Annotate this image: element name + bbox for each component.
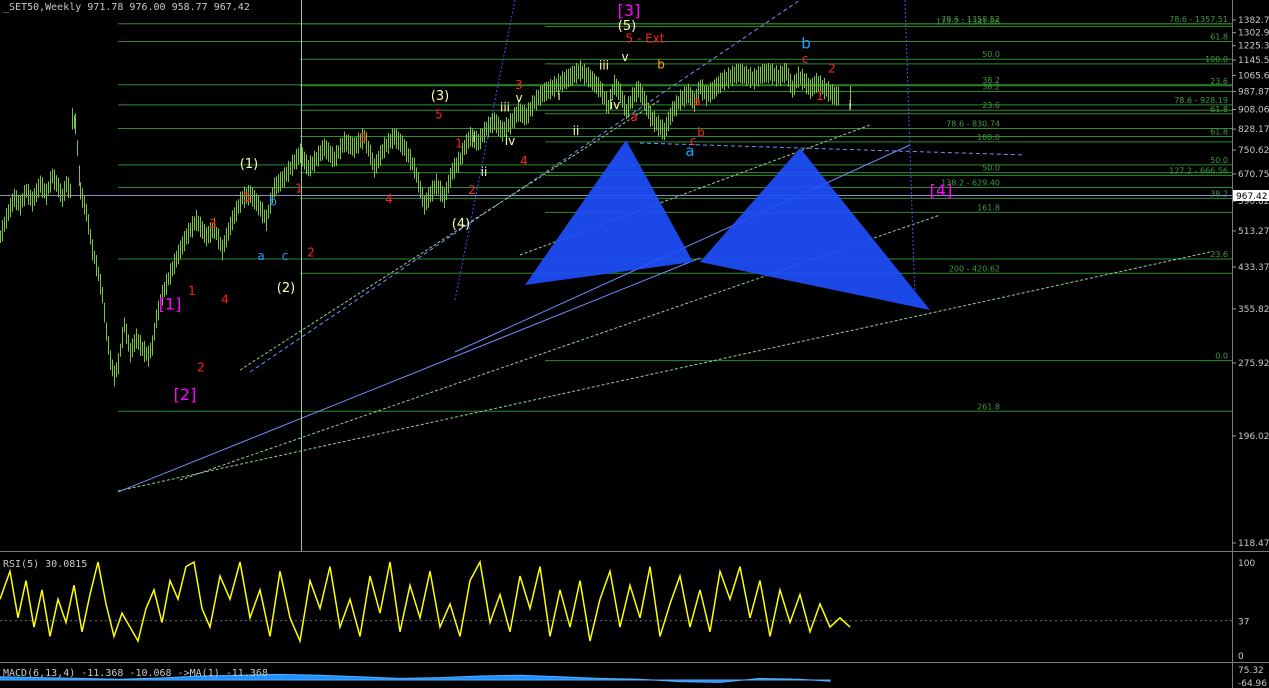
wave-label: [4]: [930, 181, 953, 200]
fib-level-label: 200 - 420.62: [949, 264, 1000, 273]
price-tick-label: 118.47: [1238, 539, 1269, 549]
wave-label: 1: [295, 181, 303, 195]
macd-tick-label: -64.96: [1238, 679, 1267, 688]
wave-label: (2): [277, 281, 295, 296]
fib-level-label: 100.0: [977, 133, 1000, 142]
wave-label: 5 - Ext: [626, 31, 665, 45]
wave-label: a: [630, 110, 637, 124]
fib-level-label: 50.0: [982, 50, 1000, 59]
price-tick-label: 908.06: [1238, 106, 1269, 116]
price-tick-label: 1065.69: [1238, 71, 1269, 81]
price-tick-label: 987.87: [1238, 88, 1269, 98]
wave-label: (1): [240, 157, 258, 172]
rsi-panel: 100 37 0: [0, 559, 1255, 662]
fib-level-label: 127.2 - 666.56: [1169, 166, 1228, 175]
wave-label: 3: [209, 217, 217, 231]
price-tick-label: 275.92: [1238, 359, 1269, 369]
wave-label: iii: [500, 100, 510, 114]
wave-label: 3: [359, 131, 367, 145]
price-tick-label: 750.62: [1238, 146, 1269, 156]
price-tick-label: 1302.95: [1238, 29, 1269, 39]
rsi-title: RSI(5) 30.0815: [3, 559, 87, 570]
wave-label: b: [801, 34, 811, 52]
fib-level-label: 61.8: [1210, 127, 1228, 136]
fib-level-label: 78.6 - 928.19: [1174, 96, 1228, 105]
wave-label: c: [282, 249, 289, 263]
wave-label: (3): [431, 89, 449, 104]
wave-label: i: [848, 99, 851, 113]
wave-label: b: [657, 58, 665, 72]
wave-label: b: [269, 195, 277, 209]
rsi-tick-label: 0: [1238, 652, 1244, 662]
wave-label: 3: [515, 78, 523, 92]
wave-label: 2: [307, 246, 315, 260]
wave-label: [2]: [174, 385, 197, 404]
wave-label: iv: [610, 98, 620, 112]
wave-label: ii: [573, 124, 580, 138]
chart-title: _SET50,Weekly 971.78 976.00 958.77 967.4…: [3, 2, 250, 13]
wave-label: a: [257, 249, 264, 263]
wave-label: i: [557, 89, 560, 103]
wave-label: v: [515, 91, 522, 105]
price-tick-label: 355.82: [1238, 305, 1269, 315]
macd-title: MACD(6,13,4) -11.368 -10.068 ->MA(1) -11…: [3, 668, 268, 679]
fib-level-label: 38.2: [1210, 189, 1228, 198]
price-tick-label: 670.75: [1238, 170, 1269, 180]
price-tick-label: 196.02: [1238, 432, 1269, 442]
rsi-line: [0, 559, 851, 644]
wave-label: [1]: [159, 294, 182, 313]
fib-level-label: 100.0: [1205, 55, 1228, 64]
rsi-tick-label: 37: [1238, 618, 1249, 628]
fib-level-label: 261.8: [977, 402, 1000, 411]
wave-label: ii: [481, 165, 488, 179]
price-tick-label: 1145.51: [1238, 56, 1269, 66]
fib-level-label: 23.6: [1210, 250, 1228, 259]
fib-level-label: 78.6 - 1357.51: [1169, 15, 1228, 24]
wave-label: 5: [243, 190, 251, 204]
wave-label: 1: [816, 89, 824, 103]
current-price-label: 967.42: [1236, 192, 1268, 202]
wave-label: 2: [828, 62, 836, 76]
price-tick-label: 1225.33: [1238, 42, 1269, 52]
fib-level-label: 127.2 - 1341.86: [936, 17, 1000, 26]
fib-level-label: 61.8: [1210, 32, 1228, 41]
wave-label: 5: [435, 108, 443, 122]
wave-label: [3]: [618, 1, 641, 20]
wave-label: 1: [455, 136, 463, 150]
wave-label: 2: [197, 361, 205, 375]
wave-label: 1: [188, 284, 196, 298]
wave-label: 4: [385, 192, 393, 206]
fib-level-label: 23.6: [1210, 77, 1228, 86]
fib-level-label: 23.6: [982, 101, 1000, 110]
fib-level-label: 0.0: [1215, 352, 1228, 361]
chart-canvas: 78.6 - 1358.52 78.6 - 1357.51127.2 - 1341…: [0, 0, 1269, 688]
wave-label: iii: [599, 59, 609, 73]
wave-label: b: [697, 125, 705, 139]
wave-label: 4: [520, 154, 528, 168]
wave-label: i: [472, 131, 475, 145]
wave-label: (4): [452, 217, 470, 232]
fib-level-label: 78.6 - 830.74: [946, 119, 1000, 128]
price-tick-label: 513.27: [1238, 227, 1269, 237]
wave-label: iv: [505, 134, 515, 148]
wave-label: 4: [221, 292, 229, 306]
fib-level-label: 61.8: [1210, 105, 1228, 114]
price-axis: 1382.77 1302.95 1225.33 1145.51 1065.69 987.8…: [1232, 16, 1269, 549]
fib-level-label: 50.0: [982, 164, 1000, 173]
wave-label: a: [693, 95, 700, 109]
fib-level-label: 161.8: [977, 203, 1000, 212]
fib-level-label: 38.2: [982, 83, 1000, 92]
fib-level-label: 50.0: [1210, 156, 1228, 165]
price-tick-label: 433.37: [1238, 263, 1269, 273]
wave-label: 2: [468, 183, 476, 197]
rsi-tick-label: 100: [1238, 559, 1255, 569]
wave-label: v: [621, 50, 628, 64]
wave-label: a: [685, 142, 694, 160]
price-tick-label: 828.17: [1238, 125, 1269, 135]
macd-tick-label: 75.32: [1238, 666, 1264, 676]
price-tick-label: 1382.77: [1238, 16, 1269, 26]
wave-label: c: [802, 52, 809, 66]
